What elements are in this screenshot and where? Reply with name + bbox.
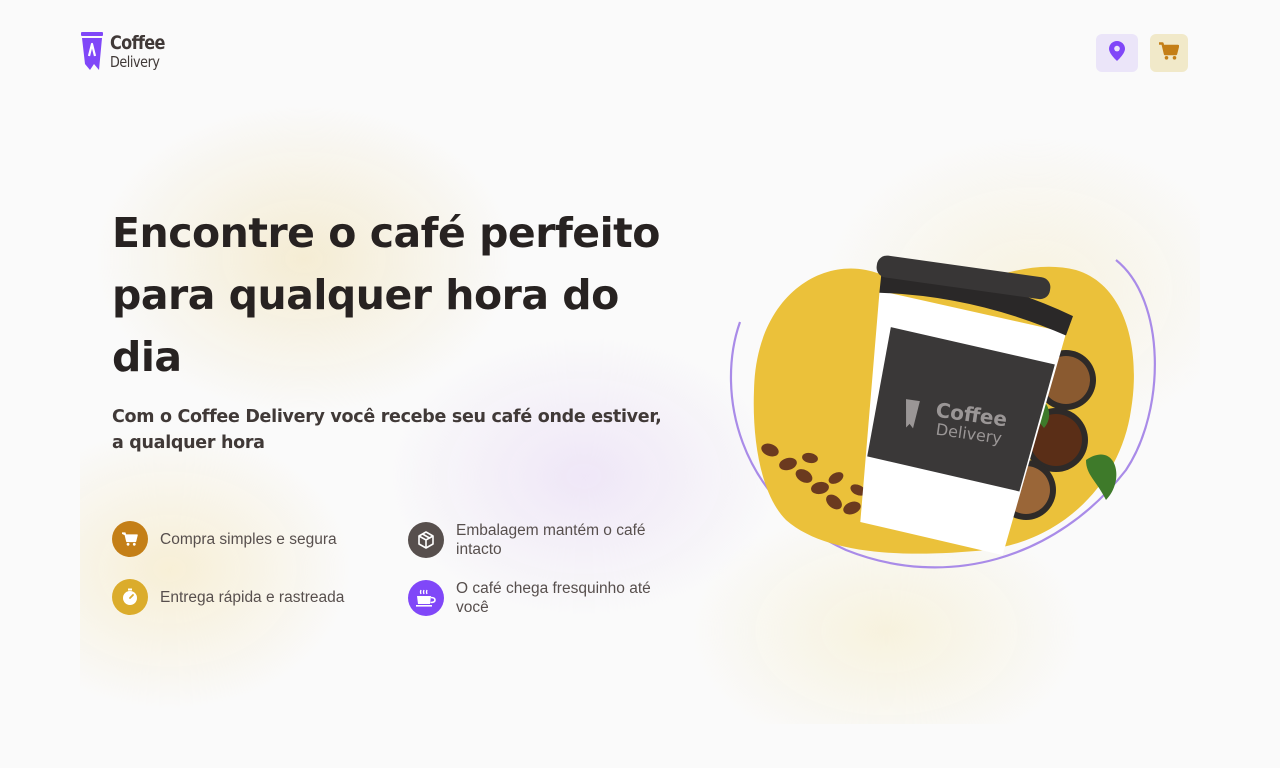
feature-secure-purchase: Compra simples e segura [112,521,337,557]
hero-coffee-image: Coffee Delivery [726,240,1166,580]
logo[interactable]: Coffee Delivery [80,32,170,72]
coffee-cup-logo-icon [80,32,104,72]
hero-subtitle: Com o Coffee Delivery você recebe seu ca… [112,407,662,453]
shopping-cart-icon [1159,41,1180,65]
location-button[interactable] [1096,34,1138,72]
hero-section: Encontre o café perfeito para qualquer h… [80,104,1200,724]
timer-icon [112,579,148,615]
coffee-icon [408,580,444,616]
feature-fresh-coffee: O café chega fresquinho até você [408,579,668,617]
header: Coffee Delivery [80,32,1188,72]
feature-label: O café chega fresquinho até você [456,580,651,616]
hero-title: Encontre o café perfeito para qualquer h… [112,209,660,381]
map-pin-icon [1109,40,1125,66]
logo-title: Coffee [110,32,166,54]
cart-button[interactable] [1150,34,1188,72]
feature-label: Embalagem mantém o café intacto [456,522,646,558]
shopping-cart-icon [112,521,148,557]
package-icon [408,522,444,558]
logo-subtitle: Delivery [110,53,160,71]
feature-packaging: Embalagem mantém o café intacto [408,521,668,559]
feature-label: Entrega rápida e rastreada [160,588,345,606]
feature-fast-delivery: Entrega rápida e rastreada [112,579,344,615]
feature-label: Compra simples e segura [160,530,337,548]
